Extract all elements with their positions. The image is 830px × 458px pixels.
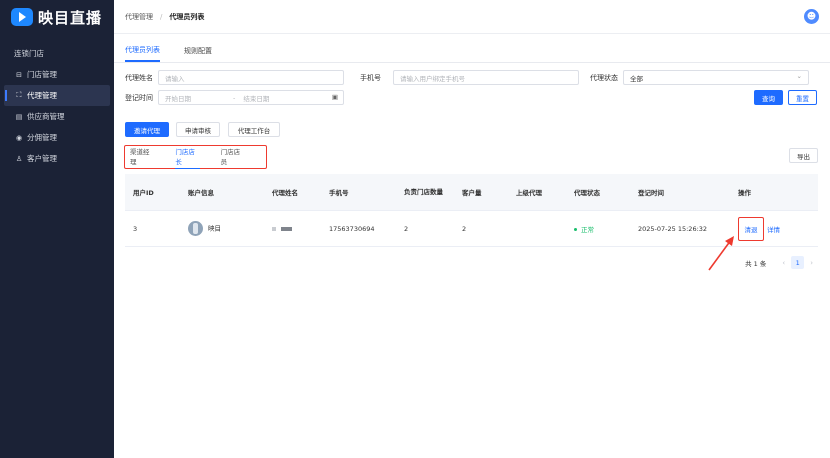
brand-name: 映目直播	[38, 8, 103, 27]
prev-page-icon[interactable]: ‹	[782, 259, 785, 267]
date-range-separator: -	[233, 93, 236, 102]
topbar: 代理管理 / 代理员列表 ☻	[114, 0, 830, 34]
start-date-placeholder: 开始日期	[165, 94, 191, 103]
status-badge: 正常	[581, 225, 594, 234]
agent-workbench-button[interactable]: 代理工作台	[228, 122, 280, 137]
agent-table: 用户ID 账户信息 代理姓名 手机号 负责门店数量 客户量 上级代理 代理状态 …	[125, 174, 818, 247]
next-page-icon[interactable]: ›	[810, 259, 813, 267]
masked-name-block	[272, 226, 276, 231]
col-agent-status: 代理状态	[574, 189, 600, 197]
user-avatar-button[interactable]: ☻	[804, 9, 819, 24]
sidebar-menu: 连锁门店 ⊟ 门店管理 ⛶ 代理管理 ▤ 供应商管理 ◉ 分佣管理 ♙ 客户管理	[0, 43, 114, 169]
col-user-id: 用户ID	[133, 189, 154, 197]
sidebar-item-supplier-management[interactable]: ▤ 供应商管理	[4, 106, 110, 127]
page-number-current[interactable]: 1	[791, 256, 805, 269]
sidebar-item-customer-management[interactable]: ♙ 客户管理	[4, 148, 110, 169]
avatar	[188, 221, 203, 236]
col-operations: 操作	[738, 189, 751, 197]
sidebar-item-label: 分佣管理	[27, 133, 57, 142]
pagination: 共 1 条 ‹ 1 ›	[745, 256, 819, 269]
col-parent-agent: 上级代理	[516, 189, 542, 197]
reset-button[interactable]: 重置	[788, 90, 817, 105]
col-customer-count: 客户量	[462, 189, 482, 197]
brand-logo[interactable]: 映目直播	[0, 0, 114, 34]
col-account-info: 账户信息	[188, 189, 214, 197]
sidebar-item-label: 客户管理	[27, 154, 57, 163]
breadcrumb-current: 代理员列表	[169, 12, 205, 21]
col-register-time: 登记时间	[638, 189, 664, 197]
play-logo-icon	[11, 8, 33, 26]
sidebar-group-label: 连锁门店	[14, 49, 44, 58]
store-icon: ⊟	[16, 70, 22, 79]
cell-operations: 清退 详情	[730, 216, 818, 241]
cell-agent-name-masked	[264, 225, 321, 233]
main-content: 代理管理 / 代理员列表 ☻ 代理员列表 规则配置 代理姓名 请输入 手机号 请…	[114, 0, 830, 458]
sidebar-item-label: 供应商管理	[27, 112, 65, 121]
subtab-channel-manager[interactable]: 渠道经理	[130, 146, 154, 168]
sidebar: 映目直播 连锁门店 ⊟ 门店管理 ⛶ 代理管理 ▤ 供应商管理 ◉ 分佣管理 ♙…	[0, 0, 114, 458]
chevron-down-icon: ⌄	[796, 72, 802, 80]
register-time-label: 登记时间	[125, 93, 153, 102]
detail-link[interactable]: 详情	[767, 226, 780, 234]
end-date-placeholder: 结束日期	[243, 94, 270, 103]
commission-icon: ◉	[15, 133, 23, 142]
agent-name-label: 代理姓名	[125, 73, 153, 82]
table-row: 3 映目 17563730694 2 2 正常 2025-07-25 15:26…	[125, 211, 818, 247]
cell-account-info: 映目	[180, 221, 264, 236]
agent-icon: ⛶	[16, 91, 22, 99]
cell-register-time: 2025-07-25 15:26:32	[638, 224, 708, 233]
sidebar-item-commission-management[interactable]: ◉ 分佣管理	[4, 127, 110, 148]
apply-review-button[interactable]: 申请审核	[176, 122, 220, 137]
agent-status-label: 代理状态	[590, 73, 618, 82]
register-date-range[interactable]: 开始日期 - 结束日期 ▣	[158, 90, 344, 105]
agent-status-select[interactable]: 全部 ⌄	[623, 70, 809, 85]
col-store-count: 负责门店数量	[404, 187, 443, 196]
sidebar-item-agent-management[interactable]: ⛶ 代理管理	[4, 85, 110, 106]
masked-name-block	[281, 226, 292, 231]
status-dot-icon	[574, 228, 577, 231]
phone-placeholder: 请输入用户绑定手机号	[400, 74, 465, 83]
phone-input[interactable]: 请输入用户绑定手机号	[393, 70, 579, 85]
sidebar-item-store-management[interactable]: ⊟ 门店管理	[4, 64, 110, 85]
cell-phone: 17563730694	[329, 224, 375, 233]
calendar-icon: ▣	[331, 93, 338, 101]
cell-agent-status: 正常	[566, 224, 630, 234]
tab-rule-config[interactable]: 规则配置	[184, 46, 212, 62]
query-button[interactable]: 查询	[754, 90, 783, 105]
cell-user-id: 3	[133, 224, 138, 233]
sidebar-group-chain-stores[interactable]: 连锁门店	[4, 43, 110, 64]
customer-icon: ♙	[15, 154, 23, 163]
agent-name-input[interactable]: 请输入	[158, 70, 344, 85]
tab-agent-list[interactable]: 代理员列表	[125, 45, 160, 62]
clear-agent-link[interactable]: 清退	[745, 224, 758, 234]
user-icon: ☻	[806, 11, 817, 22]
breadcrumb-separator: /	[160, 12, 163, 21]
agent-role-tabs: 渠道经理 门店店长 门店店员	[124, 145, 267, 169]
agent-name-placeholder: 请输入	[165, 74, 185, 83]
supplier-icon: ▤	[15, 112, 23, 121]
subtab-store-staff[interactable]: 门店店员	[221, 146, 245, 168]
sidebar-item-label: 代理管理	[27, 91, 57, 100]
phone-label: 手机号	[360, 73, 381, 82]
filter-row-2: 登记时间 开始日期 - 结束日期 ▣	[125, 90, 344, 105]
breadcrumb-parent[interactable]: 代理管理	[125, 12, 153, 22]
export-button[interactable]: 导出	[789, 148, 818, 163]
subtab-store-manager[interactable]: 门店店长	[175, 146, 200, 169]
account-name: 映目	[208, 224, 221, 233]
table-header: 用户ID 账户信息 代理姓名 手机号 负责门店数量 客户量 上级代理 代理状态 …	[125, 174, 818, 211]
clear-highlight-box: 清退	[738, 216, 764, 241]
sidebar-item-label: 门店管理	[27, 70, 57, 79]
pagination-total: 共 1 条	[745, 259, 767, 268]
col-agent-name: 代理姓名	[272, 189, 298, 197]
agent-status-value: 全部	[630, 74, 643, 83]
cell-customer-count: 2	[462, 224, 467, 233]
page-tabs: 代理员列表 规则配置	[114, 39, 830, 63]
invite-agent-button[interactable]: 邀请代理	[125, 122, 169, 137]
filter-row-1: 代理姓名 请输入 手机号 请输入用户绑定手机号 代理状态 全部 ⌄	[125, 70, 809, 85]
cell-store-count: 2	[404, 224, 409, 233]
col-phone: 手机号	[329, 189, 349, 197]
